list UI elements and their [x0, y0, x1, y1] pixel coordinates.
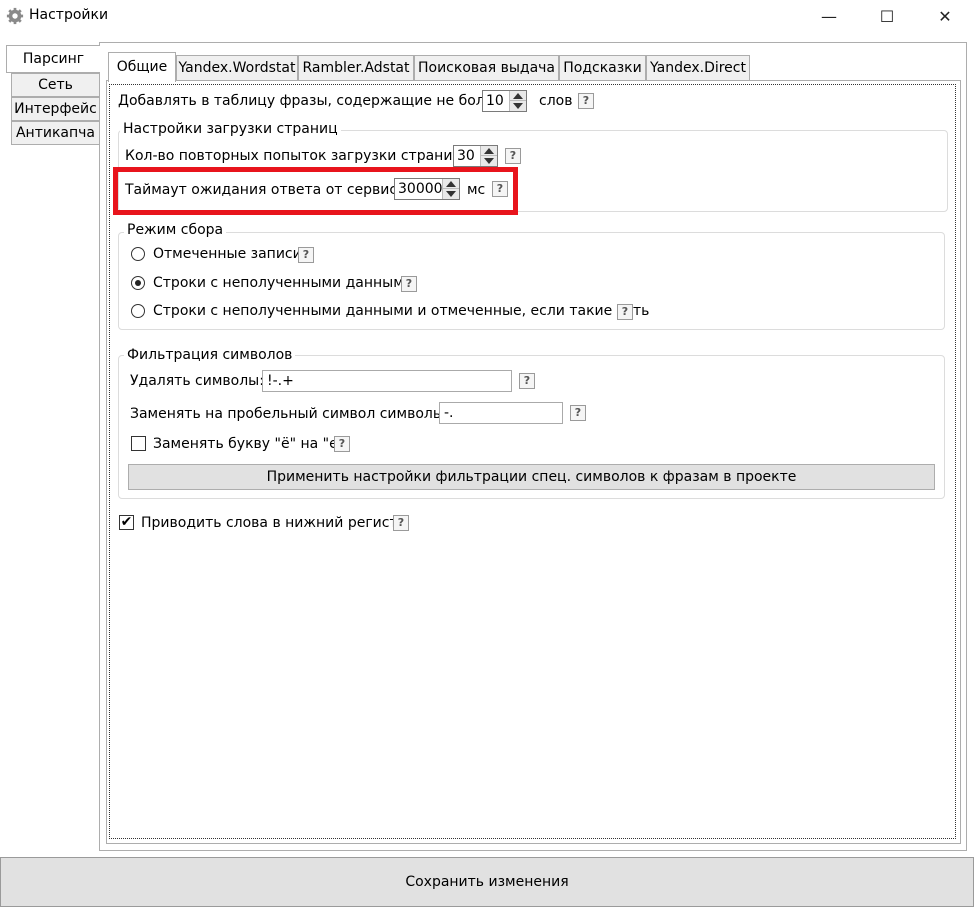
- filtering-title: Фильтрация символов: [124, 347, 296, 363]
- radio-missing-data[interactable]: [131, 276, 145, 290]
- minimize-icon: —: [821, 6, 837, 26]
- phrases-unit: слов: [539, 93, 573, 109]
- retries-label: Кол-во повторных попыток загрузки страни…: [125, 148, 467, 164]
- phrases-label: Добавлять в таблицу фразы, содержащие не…: [118, 93, 502, 109]
- replace-yo-checkbox[interactable]: [131, 436, 146, 451]
- tab-rambler-adstat[interactable]: Rambler.Adstat: [298, 55, 414, 81]
- lowercase-label: Приводить слова в нижний регистр: [141, 515, 407, 531]
- retries-stepper[interactable]: 30: [453, 145, 498, 167]
- help-icon[interactable]: ?: [334, 436, 350, 452]
- tab-parsing[interactable]: Парсинг: [6, 45, 100, 73]
- tab-yandex-direct[interactable]: Yandex.Direct: [646, 55, 750, 81]
- tab-interface[interactable]: Интерфейс: [11, 97, 100, 121]
- window-title: Настройки: [29, 7, 109, 23]
- help-icon[interactable]: ?: [578, 93, 594, 109]
- help-icon[interactable]: ?: [519, 373, 535, 389]
- tab-network[interactable]: Сеть: [11, 73, 100, 97]
- apply-filter-button[interactable]: Применить настройки фильтрации спец. сим…: [128, 464, 935, 490]
- help-icon[interactable]: ?: [617, 304, 633, 320]
- spin-down-icon[interactable]: [510, 101, 526, 111]
- phrases-stepper[interactable]: 10: [482, 90, 527, 112]
- retries-value: 30: [457, 148, 475, 164]
- collection-mode-title: Режим сбора: [124, 222, 227, 238]
- minimize-button[interactable]: —: [800, 0, 858, 32]
- spin-up-icon[interactable]: [510, 91, 526, 101]
- lowercase-checkbox[interactable]: ✔: [119, 515, 134, 530]
- tab-general[interactable]: Общие: [108, 52, 176, 82]
- tab-suggestions[interactable]: Подсказки: [559, 55, 646, 81]
- close-button[interactable]: ✕: [916, 0, 974, 32]
- help-icon[interactable]: ?: [298, 247, 314, 263]
- help-icon[interactable]: ?: [505, 148, 521, 164]
- radio-label: Строки с неполученными данными: [153, 275, 413, 291]
- help-icon[interactable]: ?: [393, 515, 409, 531]
- tab-search-results[interactable]: Поисковая выдача: [414, 55, 559, 81]
- radio-marked-records[interactable]: [131, 247, 145, 261]
- gear-icon: [6, 7, 24, 25]
- replace-symbols-input[interactable]: -.: [439, 402, 563, 424]
- replace-symbols-label: Заменять на пробельный символ символы:: [130, 406, 449, 422]
- help-icon[interactable]: ?: [570, 405, 586, 421]
- save-button[interactable]: Сохранить изменения: [0, 857, 974, 907]
- tab-anticaptcha[interactable]: Антикапча: [11, 121, 100, 145]
- radio-missing-and-marked[interactable]: [131, 304, 145, 318]
- tab-yandex-wordstat[interactable]: Yandex.Wordstat: [176, 55, 298, 81]
- page-loading-title: Настройки загрузки страниц: [120, 121, 341, 137]
- maximize-icon: ☐: [879, 6, 895, 26]
- radio-label: Отмеченные записи: [153, 246, 302, 262]
- highlight-frame: [113, 167, 518, 215]
- delete-symbols-input[interactable]: !-.+: [262, 370, 512, 392]
- phrases-value: 10: [486, 93, 504, 109]
- spin-up-icon[interactable]: [481, 146, 497, 156]
- maximize-button[interactable]: ☐: [858, 0, 916, 32]
- help-icon[interactable]: ?: [401, 276, 417, 292]
- radio-label: Строки с неполученными данными и отмечен…: [153, 303, 650, 319]
- close-icon: ✕: [938, 6, 952, 26]
- delete-symbols-label: Удалять символы:: [130, 373, 264, 389]
- spin-down-icon[interactable]: [481, 156, 497, 166]
- replace-yo-label: Заменять букву "ё" на "е": [153, 436, 345, 452]
